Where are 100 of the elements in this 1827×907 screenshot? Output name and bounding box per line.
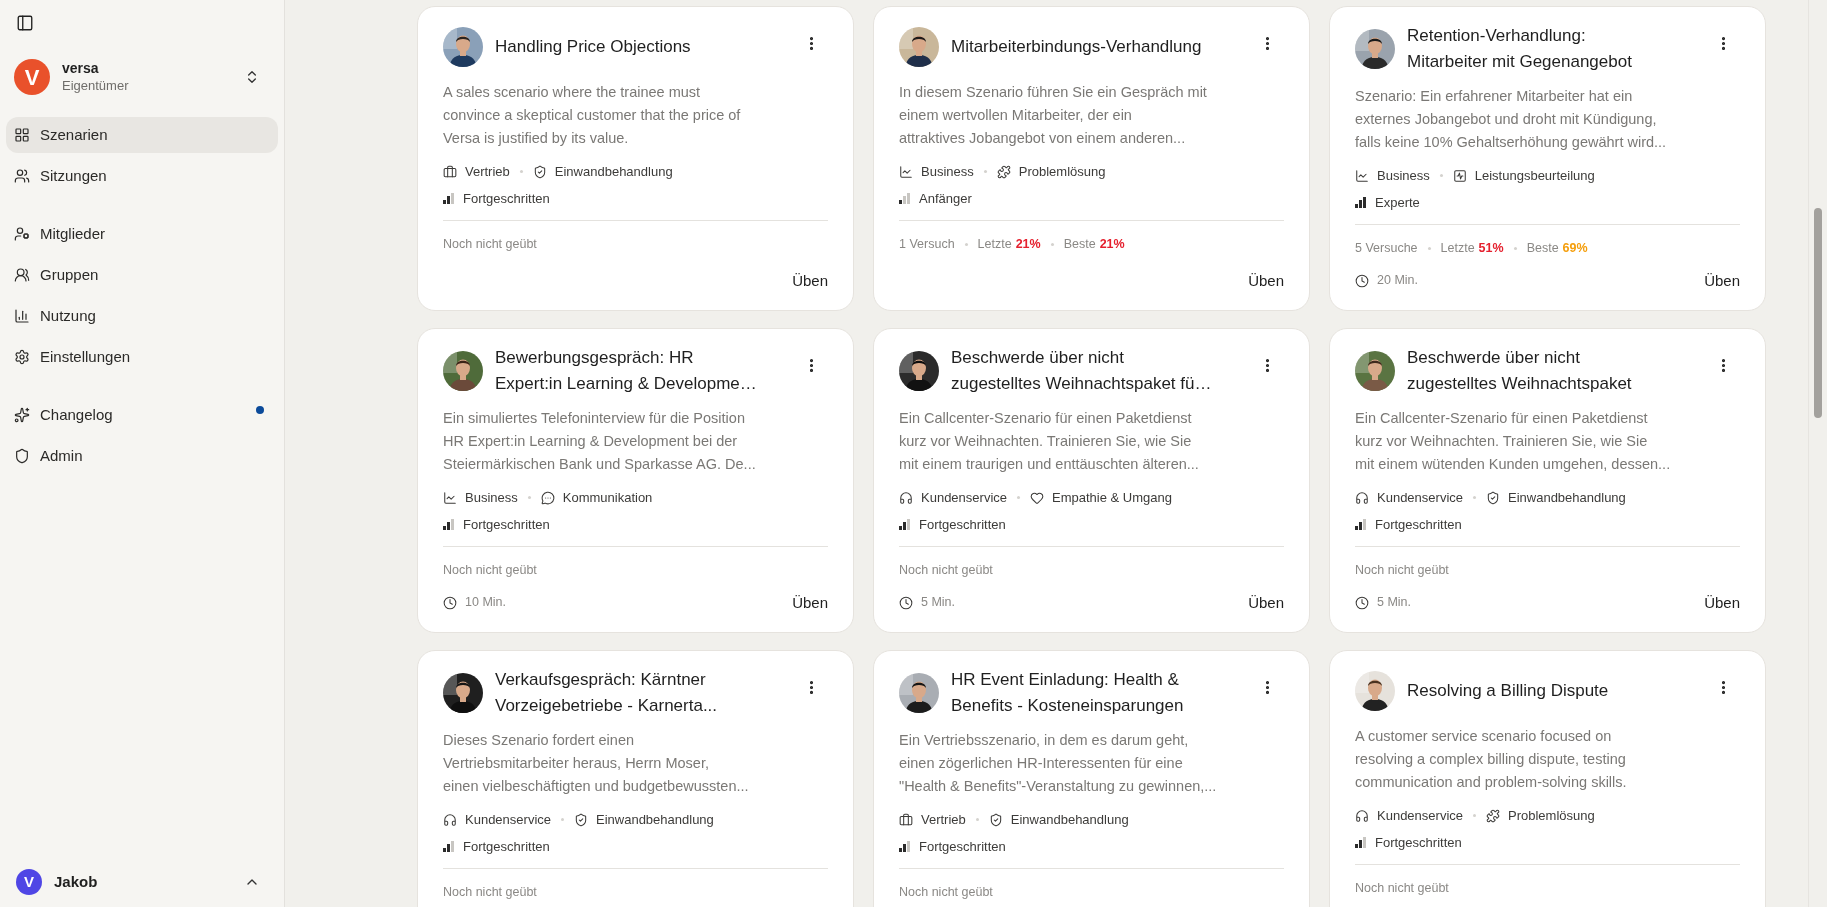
shield-check-icon (1486, 490, 1500, 505)
tag-label: Einwandbehandlung (1508, 489, 1626, 507)
difficulty-label: Fortgeschritten (463, 189, 550, 208)
tag-label: Problemlösung (1018, 163, 1106, 181)
tag-label: Vertrieb (465, 163, 510, 181)
user-gear-icon (14, 226, 30, 242)
practice-button[interactable]: Üben (792, 265, 828, 296)
practice-status: Noch nicht geübt (899, 884, 993, 901)
tag-label: Vertrieb (921, 811, 966, 829)
tag-label: Empathie & Umgang (1052, 489, 1172, 507)
nav-item[interactable]: Changelog (6, 397, 278, 433)
scenario-description: A sales scenario where the trainee must convince a skeptical customer that the price of Versa is justified by its value. (443, 83, 742, 148)
scenario-card[interactable] (873, 328, 1310, 633)
scenario-title: Resolving a Billing Dispute (1407, 680, 1609, 702)
duration: 10 Min. (465, 594, 506, 612)
scenario-description: Szenario: Ein erfahrener Mitarbeiter hat ein externes Jobangebot und droht mit Kündigung, falls keine 10% Gehaltserhöhung gewährt wird... (1355, 87, 1668, 152)
grid-icon (14, 127, 30, 143)
tag-label: Einwandbehandlung (1010, 811, 1129, 829)
scenario-description: Ein Callcenter-Szenario für einen Paketdienst kurz vor Weihnachten. Trainieren Sie, wie Sie mit einem wütenden Kunden umgehen, dessen... (1355, 409, 1672, 474)
shield-icon (14, 448, 30, 464)
difficulty-label: Fortgeschritten (919, 515, 1006, 534)
scenario-card[interactable] (1329, 650, 1766, 907)
score-label: Beste (1526, 240, 1559, 257)
scenario-title: Bewerbungsgespräch: HR Expert:in Learning & Developme… (495, 347, 757, 395)
headphones-icon (443, 812, 457, 827)
nav-item[interactable]: Admin (6, 438, 278, 474)
scenario-description: A customer service scenario focused on resolving a complex billing dispute, testing communication and problem-solving skills. (1355, 727, 1628, 792)
difficulty-label: Experte (1375, 193, 1420, 212)
tag-label: Einwandbehandlung (554, 163, 673, 181)
scenario-title: Retention-Verhandlung: Mitarbeiter mit Gegenangebot (1407, 25, 1632, 73)
tag-label: Business (921, 163, 974, 181)
briefcase-icon (899, 812, 913, 827)
tag-label: Business (1377, 167, 1430, 185)
difficulty-label: Fortgeschritten (1375, 833, 1462, 852)
difficulty-label: Fortgeschritten (463, 837, 550, 856)
scenario-title: Beschwerde über nicht zugestelltes Weihnachtspaket fü… (951, 347, 1212, 395)
puzzle-icon (1486, 808, 1500, 823)
score-label: Letzte (1440, 240, 1475, 257)
practice-status: Noch nicht geübt (443, 884, 537, 901)
heart-icon (1030, 490, 1044, 505)
difficulty-label: Anfänger (919, 189, 972, 208)
workspace-name: versa (62, 59, 100, 77)
scenario-card[interactable] (1329, 328, 1766, 633)
practice-button[interactable]: Üben (1248, 265, 1284, 296)
scenario-description: Ein simuliertes Telefoninterview für die Position HR Expert:in Learning & Development bei der Steiermärkischen Bank und Sparkasse AG. De... (443, 409, 757, 474)
practice-status: Noch nicht geübt (1355, 562, 1449, 579)
tag-label: Kundenservice (1377, 807, 1463, 825)
nav-item[interactable]: Sitzungen (6, 158, 278, 194)
practice-status: Noch nicht geübt (899, 562, 993, 579)
scenario-card[interactable] (417, 6, 854, 311)
score-label: Letzte (977, 236, 1012, 253)
score-value: 69% (1562, 240, 1588, 257)
clock-icon (443, 595, 457, 610)
workspace-role: Eigentümer (62, 77, 130, 95)
user-menu[interactable]: V Jakob (16, 869, 268, 895)
nav-item[interactable]: Szenarien (6, 117, 278, 153)
workspace-logo: V (14, 59, 50, 95)
scenario-card[interactable] (417, 328, 854, 633)
practice-button[interactable]: Üben (792, 587, 828, 618)
scenario-title: Beschwerde über nicht zugestelltes Weihnachtspaket (1407, 347, 1632, 395)
scenario-description: Ein Vertriebsszenario, in dem es darum geht, einen zögerlichen HR-Interessenten für eine "Health & Benefits"-Veranstaltung zu gewinnen,... (899, 731, 1218, 796)
difficulty-label: Fortgeschritten (463, 515, 550, 534)
scenario-title: Handling Price Objections (495, 36, 691, 58)
chart-square-icon (1452, 168, 1467, 183)
headphones-icon (1355, 808, 1369, 823)
practice-button[interactable]: Üben (1704, 265, 1740, 296)
practice-status: Noch nicht geübt (443, 562, 537, 579)
settings-icon (14, 349, 30, 365)
bar-chart-icon (14, 308, 30, 324)
difficulty-label: Fortgeschritten (1375, 515, 1462, 534)
nav-item[interactable]: Gruppen (6, 257, 278, 293)
shield-check-icon (574, 812, 588, 827)
scenario-card[interactable] (873, 6, 1310, 311)
tag-label: Business (465, 489, 518, 507)
sparkles-icon (14, 407, 30, 423)
line-chart-icon (443, 490, 457, 505)
attempt-count: 1 Versuch (899, 236, 955, 253)
scenario-description: Dieses Szenario fordert einen Vertriebsmitarbeiter heraus, Herrn Moser, einen vielbeschäftigten und budgetbewussten... (443, 731, 750, 796)
tag-label: Kundenservice (465, 811, 551, 829)
scenario-card[interactable] (873, 650, 1310, 907)
score-value: 21% (1015, 236, 1041, 253)
duration: 20 Min. (1377, 272, 1418, 290)
clock-icon (1355, 273, 1369, 288)
scenario-card[interactable] (417, 650, 854, 907)
difficulty-label: Fortgeschritten (919, 837, 1006, 856)
duration: 5 Min. (1377, 594, 1412, 612)
nav-item[interactable]: Einstellungen (6, 339, 278, 375)
tag-label: Problemlösung (1508, 807, 1595, 825)
users-icon (14, 168, 30, 184)
practice-status: Noch nicht geübt (1355, 880, 1449, 897)
sidebar-toggle-icon[interactable] (16, 14, 34, 32)
tag-label: Kundenservice (921, 489, 1007, 507)
workspace-switcher[interactable]: V versa Eigentümer (14, 59, 270, 95)
user-name: Jakob (54, 871, 99, 892)
nav-item[interactable]: Nutzung (6, 298, 278, 334)
practice-button[interactable]: Üben (1248, 587, 1284, 618)
scenario-card[interactable] (1329, 6, 1766, 311)
nav-item[interactable]: Mitglieder (6, 216, 278, 252)
practice-button[interactable]: Üben (1704, 587, 1740, 618)
group-icon (14, 267, 30, 283)
